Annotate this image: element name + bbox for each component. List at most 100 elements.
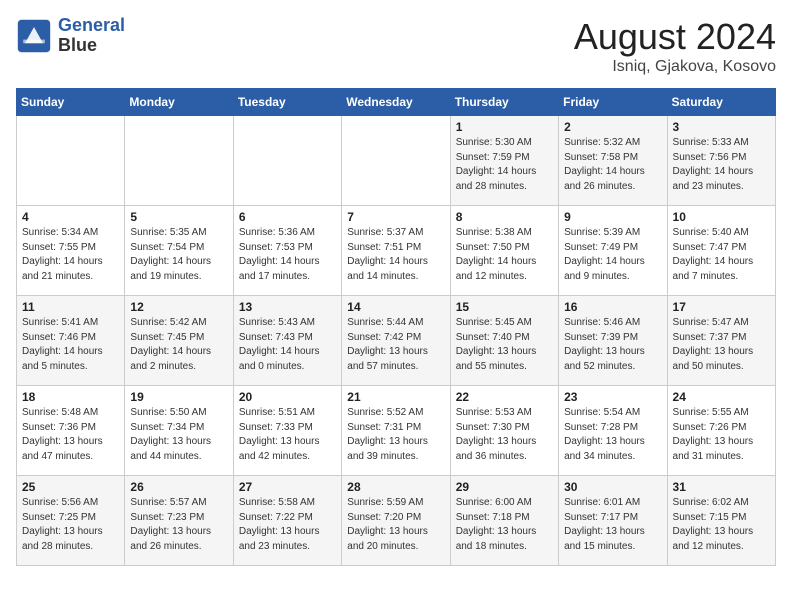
day-info: Sunrise: 5:44 AM Sunset: 7:42 PM Dayligh… bbox=[347, 316, 444, 374]
calendar-day-cell: 18Sunrise: 5:48 AM Sunset: 7:36 PM Dayli… bbox=[17, 386, 125, 476]
calendar-day-cell: 22Sunrise: 5:53 AM Sunset: 7:30 PM Dayli… bbox=[450, 386, 558, 476]
day-info: Sunrise: 5:35 AM Sunset: 7:54 PM Dayligh… bbox=[130, 226, 227, 284]
day-info: Sunrise: 5:30 AM Sunset: 7:59 PM Dayligh… bbox=[456, 136, 553, 194]
calendar-day-cell: 6 Sunrise: 5:36 AM Sunset: 7:53 PM Daylig… bbox=[233, 206, 341, 296]
weekday-header: Wednesday bbox=[342, 89, 450, 116]
page-header: General Blue August 2024 Isniq, Gjakova,… bbox=[16, 16, 776, 76]
weekday-header: Thursday bbox=[450, 89, 558, 116]
calendar-day-cell: 1 Sunrise: 5:30 AM Sunset: 7:59 PM Daylig… bbox=[450, 116, 558, 206]
day-number: 20 bbox=[239, 390, 336, 404]
day-info: Sunrise: 5:51 AM Sunset: 7:33 PM Dayligh… bbox=[239, 406, 336, 464]
weekday-header-row: SundayMondayTuesdayWednesdayThursdayFrid… bbox=[17, 89, 776, 116]
day-info: Sunrise: 5:39 AM Sunset: 7:49 PM Dayligh… bbox=[564, 226, 661, 284]
day-info: Sunrise: 5:36 AM Sunset: 7:53 PM Dayligh… bbox=[239, 226, 336, 284]
weekday-header: Saturday bbox=[667, 89, 775, 116]
day-number: 26 bbox=[130, 480, 227, 494]
day-number: 22 bbox=[456, 390, 553, 404]
calendar-day-cell bbox=[342, 116, 450, 206]
day-number: 5 bbox=[130, 210, 227, 224]
day-info: Sunrise: 5:43 AM Sunset: 7:43 PM Dayligh… bbox=[239, 316, 336, 374]
calendar-day-cell: 13 Sunrise: 5:43 AM Sunset: 7:43 PM Dayli… bbox=[233, 296, 341, 386]
calendar-day-cell: 24 Sunrise: 5:55 AM Sunset: 7:26 PM Dayli… bbox=[667, 386, 775, 476]
calendar-day-cell: 2 Sunrise: 5:32 AM Sunset: 7:58 PM Daylig… bbox=[559, 116, 667, 206]
calendar-day-cell: 28 Sunrise: 5:59 AM Sunset: 7:20 PM Dayli… bbox=[342, 476, 450, 566]
day-number: 4 bbox=[22, 210, 119, 224]
day-number: 19 bbox=[130, 390, 227, 404]
calendar-day-cell: 12 Sunrise: 5:42 AM Sunset: 7:45 PM Dayli… bbox=[125, 296, 233, 386]
logo-text: General Blue bbox=[58, 16, 125, 56]
day-number: 27 bbox=[239, 480, 336, 494]
day-info: Sunrise: 5:38 AM Sunset: 7:50 PM Dayligh… bbox=[456, 226, 553, 284]
day-number: 13 bbox=[239, 300, 336, 314]
day-info: Sunrise: 5:45 AM Sunset: 7:40 PM Dayligh… bbox=[456, 316, 553, 374]
day-info: Sunrise: 5:50 AM Sunset: 7:34 PM Dayligh… bbox=[130, 406, 227, 464]
day-number: 23 bbox=[564, 390, 661, 404]
logo: General Blue bbox=[16, 16, 125, 56]
calendar-day-cell: 23 Sunrise: 5:54 AM Sunset: 7:28 PM Dayli… bbox=[559, 386, 667, 476]
day-info: Sunrise: 5:33 AM Sunset: 7:56 PM Dayligh… bbox=[673, 136, 770, 194]
calendar-week-row: 11 Sunrise: 5:41 AM Sunset: 7:46 PM Dayli… bbox=[17, 296, 776, 386]
day-info: Sunrise: 5:41 AM Sunset: 7:46 PM Dayligh… bbox=[22, 316, 119, 374]
calendar-table: SundayMondayTuesdayWednesdayThursdayFrid… bbox=[16, 88, 776, 566]
day-number: 6 bbox=[239, 210, 336, 224]
day-info: Sunrise: 5:48 AM Sunset: 7:36 PM Dayligh… bbox=[22, 406, 119, 464]
day-number: 1 bbox=[456, 120, 553, 134]
day-number: 24 bbox=[673, 390, 770, 404]
day-number: 2 bbox=[564, 120, 661, 134]
calendar-day-cell: 14 Sunrise: 5:44 AM Sunset: 7:42 PM Dayli… bbox=[342, 296, 450, 386]
day-info: Sunrise: 6:01 AM Sunset: 7:17 PM Dayligh… bbox=[564, 496, 661, 554]
calendar-day-cell: 8 Sunrise: 5:38 AM Sunset: 7:50 PM Daylig… bbox=[450, 206, 558, 296]
day-info: Sunrise: 5:42 AM Sunset: 7:45 PM Dayligh… bbox=[130, 316, 227, 374]
day-info: Sunrise: 5:32 AM Sunset: 7:58 PM Dayligh… bbox=[564, 136, 661, 194]
day-number: 12 bbox=[130, 300, 227, 314]
calendar-day-cell: 5 Sunrise: 5:35 AM Sunset: 7:54 PM Daylig… bbox=[125, 206, 233, 296]
day-number: 25 bbox=[22, 480, 119, 494]
weekday-header: Monday bbox=[125, 89, 233, 116]
calendar-week-row: 18Sunrise: 5:48 AM Sunset: 7:36 PM Dayli… bbox=[17, 386, 776, 476]
day-info: Sunrise: 5:54 AM Sunset: 7:28 PM Dayligh… bbox=[564, 406, 661, 464]
day-number: 15 bbox=[456, 300, 553, 314]
calendar-day-cell bbox=[233, 116, 341, 206]
calendar-day-cell: 29Sunrise: 6:00 AM Sunset: 7:18 PM Dayli… bbox=[450, 476, 558, 566]
day-info: Sunrise: 5:40 AM Sunset: 7:47 PM Dayligh… bbox=[673, 226, 770, 284]
day-info: Sunrise: 6:02 AM Sunset: 7:15 PM Dayligh… bbox=[673, 496, 770, 554]
day-info: Sunrise: 5:59 AM Sunset: 7:20 PM Dayligh… bbox=[347, 496, 444, 554]
calendar-day-cell: 26 Sunrise: 5:57 AM Sunset: 7:23 PM Dayli… bbox=[125, 476, 233, 566]
month-title: August 2024 bbox=[574, 16, 776, 58]
day-number: 17 bbox=[673, 300, 770, 314]
day-info: Sunrise: 5:34 AM Sunset: 7:55 PM Dayligh… bbox=[22, 226, 119, 284]
logo-line2: Blue bbox=[58, 36, 125, 56]
weekday-header: Friday bbox=[559, 89, 667, 116]
calendar-day-cell: 16 Sunrise: 5:46 AM Sunset: 7:39 PM Dayli… bbox=[559, 296, 667, 386]
day-info: Sunrise: 5:46 AM Sunset: 7:39 PM Dayligh… bbox=[564, 316, 661, 374]
calendar-day-cell: 30 Sunrise: 6:01 AM Sunset: 7:17 PM Dayli… bbox=[559, 476, 667, 566]
logo-icon bbox=[16, 18, 52, 54]
logo-line1: General bbox=[58, 15, 125, 35]
calendar-day-cell bbox=[125, 116, 233, 206]
day-number: 8 bbox=[456, 210, 553, 224]
calendar-week-row: 25 Sunrise: 5:56 AM Sunset: 7:25 PM Dayli… bbox=[17, 476, 776, 566]
calendar-day-cell: 27 Sunrise: 5:58 AM Sunset: 7:22 PM Dayli… bbox=[233, 476, 341, 566]
calendar-day-cell: 4 Sunrise: 5:34 AM Sunset: 7:55 PM Daylig… bbox=[17, 206, 125, 296]
calendar-week-row: 1 Sunrise: 5:30 AM Sunset: 7:59 PM Daylig… bbox=[17, 116, 776, 206]
day-info: Sunrise: 5:57 AM Sunset: 7:23 PM Dayligh… bbox=[130, 496, 227, 554]
day-number: 30 bbox=[564, 480, 661, 494]
calendar-day-cell: 10 Sunrise: 5:40 AM Sunset: 7:47 PM Dayli… bbox=[667, 206, 775, 296]
day-info: Sunrise: 5:56 AM Sunset: 7:25 PM Dayligh… bbox=[22, 496, 119, 554]
day-number: 31 bbox=[673, 480, 770, 494]
day-info: Sunrise: 5:55 AM Sunset: 7:26 PM Dayligh… bbox=[673, 406, 770, 464]
calendar-day-cell: 11 Sunrise: 5:41 AM Sunset: 7:46 PM Dayli… bbox=[17, 296, 125, 386]
calendar-day-cell: 7Sunrise: 5:37 AM Sunset: 7:51 PM Daylig… bbox=[342, 206, 450, 296]
day-info: Sunrise: 5:58 AM Sunset: 7:22 PM Dayligh… bbox=[239, 496, 336, 554]
day-number: 9 bbox=[564, 210, 661, 224]
calendar-day-cell: 31 Sunrise: 6:02 AM Sunset: 7:15 PM Dayli… bbox=[667, 476, 775, 566]
day-number: 14 bbox=[347, 300, 444, 314]
calendar-week-row: 4 Sunrise: 5:34 AM Sunset: 7:55 PM Daylig… bbox=[17, 206, 776, 296]
calendar-day-cell: 19 Sunrise: 5:50 AM Sunset: 7:34 PM Dayli… bbox=[125, 386, 233, 476]
day-number: 10 bbox=[673, 210, 770, 224]
day-number: 16 bbox=[564, 300, 661, 314]
day-number: 11 bbox=[22, 300, 119, 314]
day-info: Sunrise: 5:37 AM Sunset: 7:51 PM Dayligh… bbox=[347, 226, 444, 284]
day-number: 28 bbox=[347, 480, 444, 494]
weekday-header: Sunday bbox=[17, 89, 125, 116]
